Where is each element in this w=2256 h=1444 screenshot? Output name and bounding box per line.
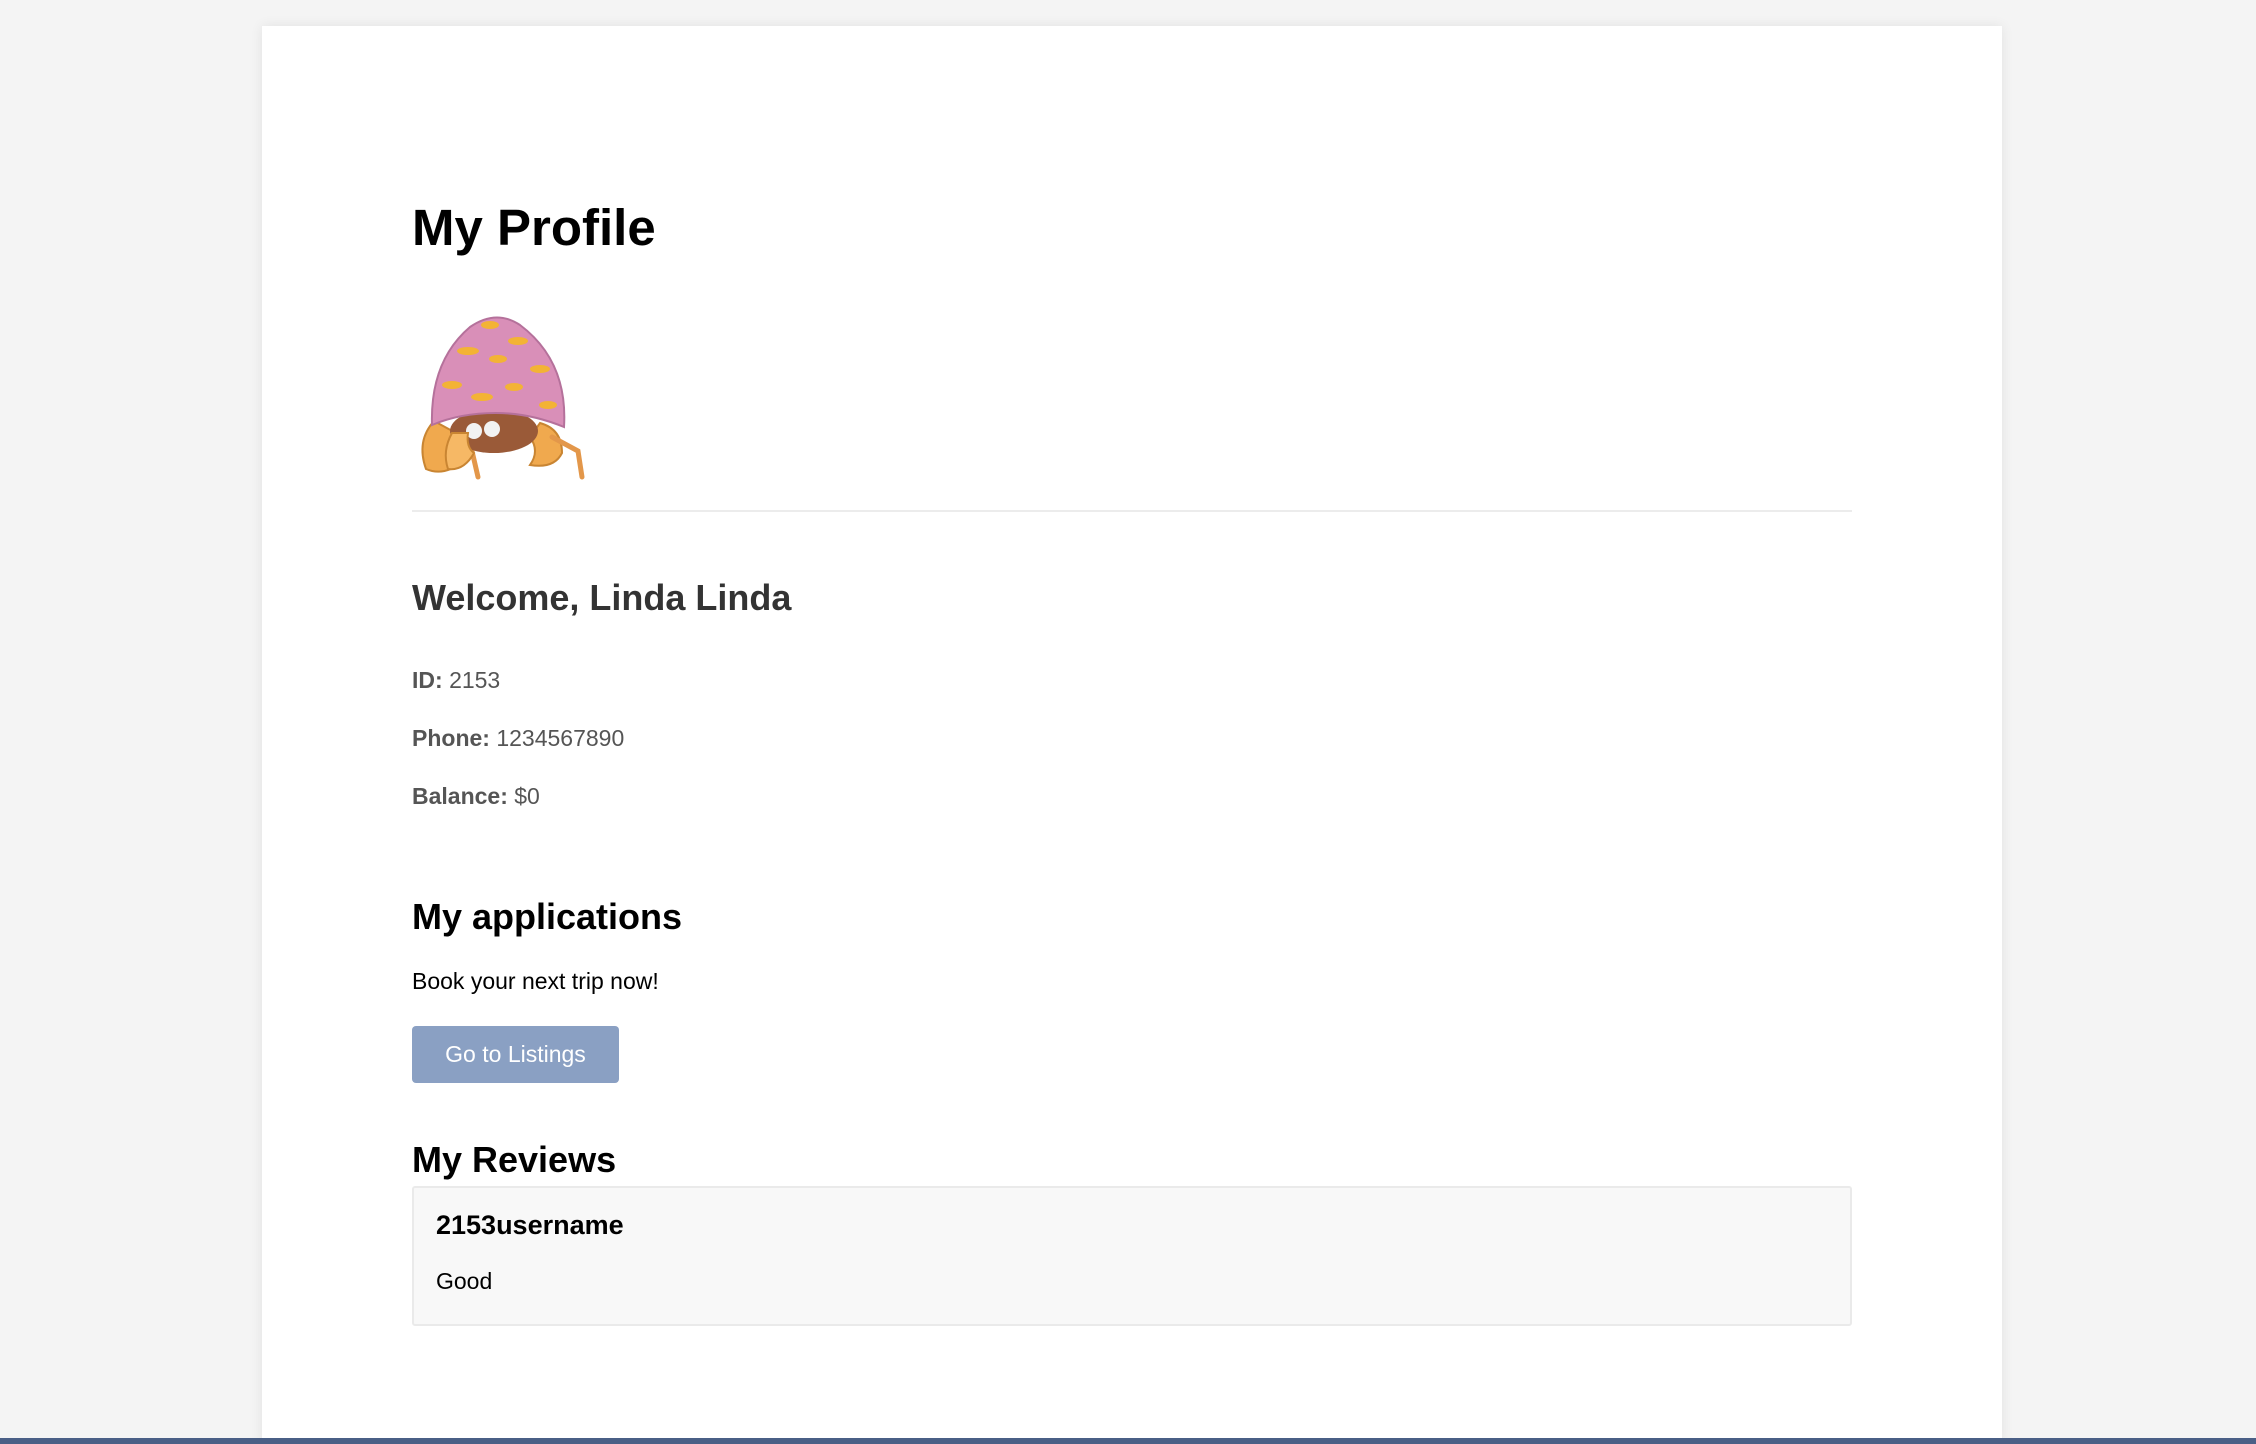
avatar: [412, 301, 592, 481]
page-title: My Profile: [412, 199, 656, 256]
user-phone-line: Phone: 1234567890: [412, 727, 624, 750]
bottom-taskbar-edge: [0, 1438, 2256, 1444]
user-balance-line: Balance: $0: [412, 785, 540, 808]
reviews-heading: My Reviews: [412, 1139, 617, 1180]
hermit-crab-icon: [421, 316, 585, 480]
id-label: ID:: [412, 667, 443, 693]
balance-label: Balance:: [412, 783, 508, 809]
applications-text: Book your next trip now!: [412, 968, 659, 994]
review-username: 2153username: [436, 1210, 624, 1240]
review-text: Good: [436, 1268, 493, 1294]
welcome-heading: Welcome, Linda Linda: [412, 577, 792, 618]
id-value: 2153: [449, 667, 501, 693]
balance-value: $0: [514, 783, 540, 809]
review-card: 2153username Good: [412, 1186, 1852, 1326]
applications-heading: My applications: [412, 896, 683, 937]
user-id-line: ID: 2153: [412, 669, 500, 692]
phone-label: Phone:: [412, 725, 490, 751]
profile-card: My Profile Welcome, Linda Linda ID: 2153…: [262, 26, 2002, 1444]
phone-value: 1234567890: [496, 725, 625, 751]
divider: [412, 510, 1852, 512]
go-to-listings-button[interactable]: Go to Listings: [412, 1026, 619, 1083]
